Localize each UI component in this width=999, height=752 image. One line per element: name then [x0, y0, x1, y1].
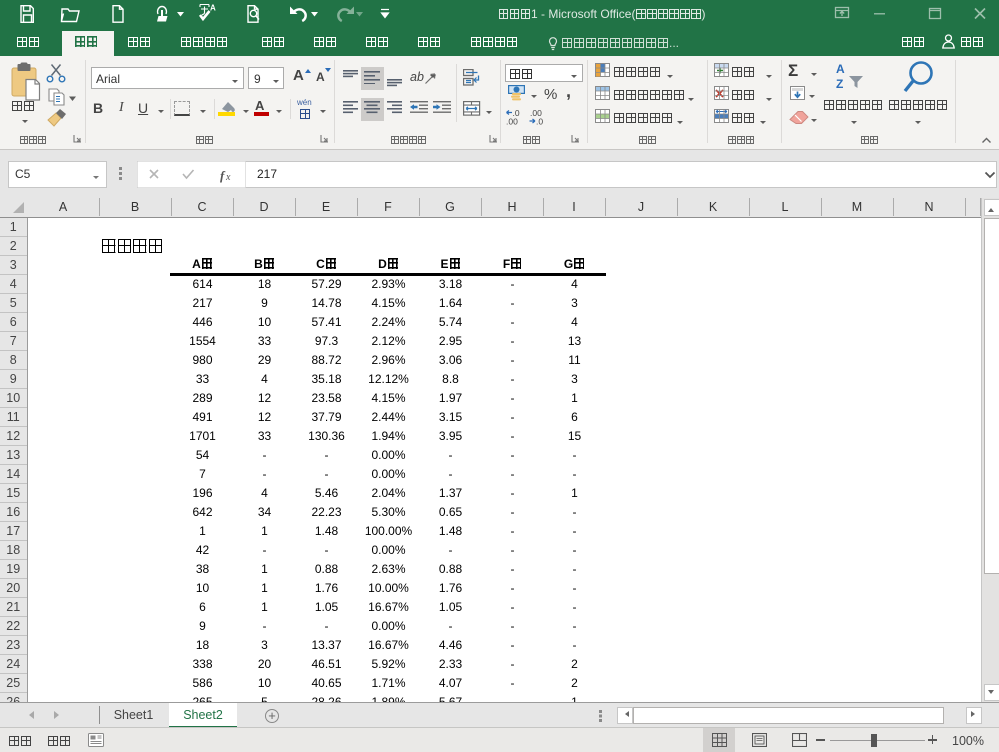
svg-text:A: A [836, 62, 845, 76]
svg-text:ab: ab [410, 70, 424, 84]
svg-text:x: x [225, 172, 231, 183]
svg-text:A: A [210, 4, 216, 13]
svg-text:.00: .00 [506, 117, 518, 126]
svg-text:Z: Z [836, 77, 843, 90]
svg-text:.0: .0 [536, 117, 543, 126]
